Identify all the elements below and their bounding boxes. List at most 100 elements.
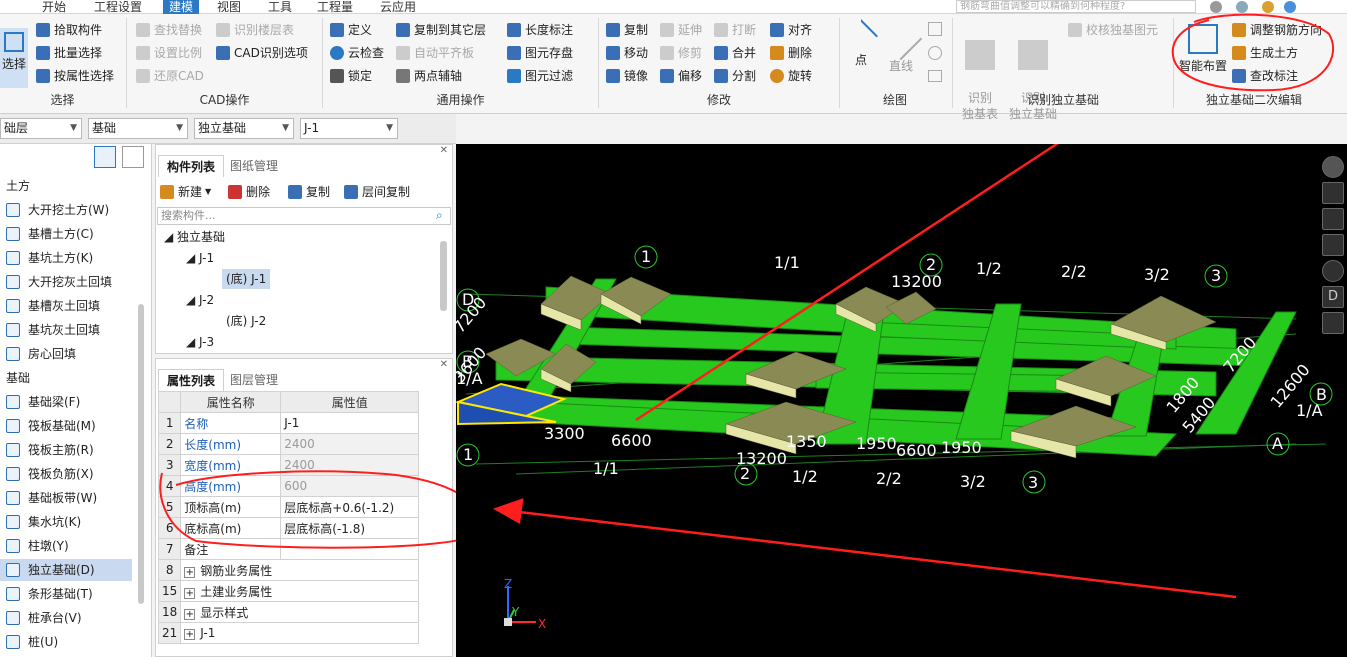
- expand-icon[interactable]: +: [184, 587, 196, 599]
- tab-tools[interactable]: 工具: [262, 0, 298, 14]
- property-value[interactable]: 2400: [280, 433, 420, 455]
- close-icon[interactable]: ✕: [440, 359, 448, 370]
- pick-component-button[interactable]: 拾取构件: [36, 20, 102, 40]
- tree-node-root[interactable]: ◢ 独立基础: [164, 227, 225, 247]
- nav-item[interactable]: 基槽灰土回填: [0, 295, 132, 317]
- lock-button[interactable]: 锁定: [330, 66, 372, 86]
- nav-item[interactable]: 桩承台(V): [0, 607, 132, 629]
- nav-item[interactable]: 基坑土方(K): [0, 247, 132, 269]
- tree-node[interactable]: ◢ J-1: [186, 248, 214, 268]
- delete-component-button[interactable]: 删除: [228, 182, 270, 202]
- help-search-input[interactable]: 钢筋弯曲值调整可以精确到何种程度?: [956, 0, 1196, 13]
- table-row-group[interactable]: 15 + 土建业务属性: [157, 580, 420, 602]
- nav-item[interactable]: 大开挖灰土回填: [0, 271, 132, 293]
- expand-icon[interactable]: +: [184, 629, 196, 640]
- two-point-axis-button[interactable]: 两点辅轴: [396, 66, 462, 86]
- search-icon[interactable]: ⌕: [436, 208, 443, 223]
- merge-button[interactable]: 合并: [714, 43, 756, 63]
- arc-icon[interactable]: [928, 22, 942, 36]
- cube-front-icon[interactable]: [1322, 234, 1344, 256]
- expand-icon[interactable]: +: [184, 566, 196, 578]
- recognize-floor-button[interactable]: 识别楼层表: [216, 20, 294, 40]
- new-button[interactable]: 新建 ▼: [160, 182, 211, 202]
- table-row-group[interactable]: 8 + 钢筋业务属性: [157, 559, 420, 581]
- nav-item[interactable]: 基槽土方(C): [0, 223, 132, 245]
- circle-icon[interactable]: [928, 46, 942, 60]
- nav-item[interactable]: 集水坑(K): [0, 511, 132, 533]
- property-value[interactable]: J-1: [280, 412, 420, 434]
- layer-panel-icon[interactable]: [1322, 312, 1344, 334]
- list-view-icon[interactable]: [94, 146, 116, 168]
- delete-button[interactable]: 删除: [770, 43, 812, 63]
- nav-head-earthwork[interactable]: 土方: [0, 175, 30, 197]
- component-select[interactable]: J-1 ▼: [300, 118, 398, 139]
- move-button[interactable]: 移动: [606, 43, 648, 63]
- set-scale-button[interactable]: 设置比例: [136, 43, 202, 63]
- tab-component-list[interactable]: 构件列表: [158, 155, 225, 177]
- copy-to-other-floor-button[interactable]: 复制到其它层: [396, 20, 486, 40]
- category-select[interactable]: 基础 ▼: [88, 118, 188, 139]
- trim-button[interactable]: 修剪: [660, 43, 702, 63]
- nav-item[interactable]: 基坑灰土回填: [0, 319, 132, 341]
- nav-item[interactable]: 柱墩(Y): [0, 535, 132, 557]
- tab-layer-manage[interactable]: 图层管理: [222, 369, 286, 391]
- split-button[interactable]: 分割: [714, 66, 756, 86]
- select-button[interactable]: 选择: [0, 28, 28, 88]
- rotate-view-icon[interactable]: [1322, 260, 1344, 282]
- nav-item[interactable]: 大开挖土方(W): [0, 199, 132, 221]
- break-button[interactable]: 打断: [714, 20, 756, 40]
- nav-item[interactable]: 基础板带(W): [0, 487, 132, 509]
- nav-item[interactable]: 条形基础(T): [0, 583, 132, 605]
- group-draw-label[interactable]: 绘图: [840, 92, 950, 108]
- view-badge[interactable]: D: [1322, 286, 1344, 308]
- element-save-button[interactable]: 图元存盘: [507, 43, 573, 63]
- line-button[interactable]: 直线: [879, 17, 923, 74]
- length-mark-button[interactable]: 长度标注: [507, 20, 573, 40]
- tab-cloud[interactable]: 云应用: [374, 0, 422, 14]
- tab-view[interactable]: 视图: [211, 0, 247, 14]
- group-modify-label[interactable]: 修改: [599, 92, 839, 108]
- copy-button[interactable]: 复制: [606, 20, 648, 40]
- group-cad-label[interactable]: CAD操作: [127, 92, 322, 108]
- tab-quantity[interactable]: 工程量: [311, 0, 359, 14]
- floor-select[interactable]: 础层 ▼: [0, 118, 82, 139]
- nav-item[interactable]: 筏板负筋(X): [0, 463, 132, 485]
- table-row[interactable]: 1 名称 J-1: [157, 412, 420, 434]
- element-filter-button[interactable]: 图元过滤: [507, 66, 573, 86]
- tree-node[interactable]: ◢ J-2: [186, 290, 214, 310]
- table-row-group[interactable]: 21 + J-1: [157, 622, 420, 644]
- cube-iso-icon[interactable]: [1322, 208, 1344, 230]
- component-search-input[interactable]: 搜索构件...: [157, 207, 451, 225]
- tree-leaf-selected[interactable]: (底) J-1: [222, 269, 271, 289]
- table-row[interactable]: 2 长度(mm) 2400: [157, 433, 420, 455]
- extend-button[interactable]: 延伸: [660, 20, 702, 40]
- table-row-group[interactable]: 18 + 显示样式: [157, 601, 420, 623]
- point-button[interactable]: 点: [844, 19, 878, 68]
- group-select-label[interactable]: 选择: [0, 92, 125, 108]
- check-drawing-button[interactable]: 校核独基图元: [1068, 20, 1158, 40]
- nav-scrollbar[interactable]: [138, 304, 144, 604]
- select-by-attr-button[interactable]: 按属性选择: [36, 66, 114, 86]
- tab-modeling[interactable]: 建模: [163, 0, 200, 14]
- group-common-label[interactable]: 通用操作: [323, 92, 598, 108]
- auto-align-slab-button[interactable]: 自动平齐板: [396, 43, 474, 63]
- close-icon[interactable]: ✕: [440, 145, 448, 156]
- find-replace-button[interactable]: 查找替换: [136, 20, 202, 40]
- align-button[interactable]: 对齐: [770, 20, 812, 40]
- nav-item[interactable]: 筏板基础(M): [0, 415, 132, 437]
- floor-copy-button[interactable]: 层间复制: [344, 182, 410, 202]
- batch-select-button[interactable]: 批量选择: [36, 43, 102, 63]
- nav-item[interactable]: 基础梁(F): [0, 391, 132, 413]
- nav-item[interactable]: 房心回填: [0, 343, 132, 365]
- expand-icon[interactable]: +: [184, 608, 196, 620]
- rect-icon[interactable]: [928, 70, 942, 82]
- tab-start[interactable]: 开始: [36, 0, 72, 14]
- tab-property-list[interactable]: 属性列表: [158, 369, 225, 391]
- cad-options-button[interactable]: CAD识别选项: [216, 43, 308, 63]
- zoom-2d-icon[interactable]: [1322, 182, 1344, 204]
- tab-project-settings[interactable]: 工程设置: [88, 0, 148, 14]
- type-select[interactable]: 独立基础 ▼: [194, 118, 294, 139]
- nav-item[interactable]: 筏板主筋(R): [0, 439, 132, 461]
- orbit-icon[interactable]: [1322, 156, 1344, 178]
- nav-item[interactable]: 桩(U): [0, 631, 132, 653]
